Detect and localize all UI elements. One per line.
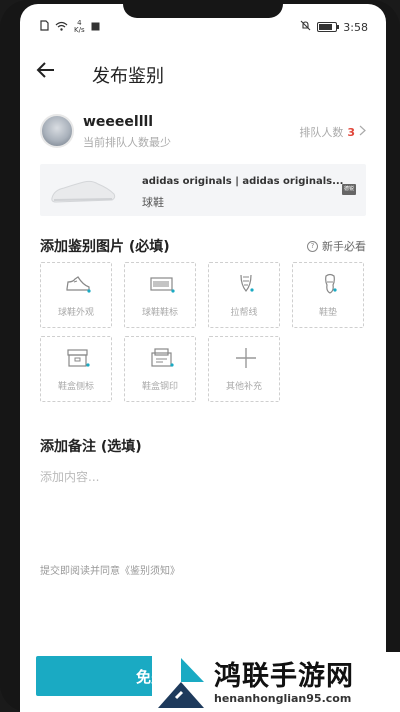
queue-label: 排队人数 — [299, 126, 344, 139]
product-category: 球鞋 — [142, 196, 164, 209]
upload-tile-insole[interactable]: 鞋垫 — [292, 262, 364, 328]
chevron-right-icon — [359, 125, 366, 139]
tile-label: 球鞋外观 — [57, 308, 94, 318]
username: weeeellll — [83, 114, 154, 130]
photos-title: 添加鉴别图片 (必填) — [40, 239, 170, 255]
question-icon: ? — [307, 240, 318, 252]
sneaker-image — [51, 180, 116, 203]
watermark-url: henanhonglian95.com — [214, 692, 352, 705]
remark-title: 添加备注 (选填) — [40, 439, 142, 455]
product-card[interactable]: adidas originals | adidas originals... 球… — [40, 164, 366, 216]
sneaker-icon — [66, 276, 91, 293]
upload-tile-box-stamp[interactable]: 鞋盒钢印 — [124, 336, 196, 402]
user-row: weeeellll 当前排队人数最少 排队人数 3 — [40, 112, 366, 156]
shoebox-side-icon — [67, 349, 90, 367]
shoebox-stamp-icon — [151, 348, 174, 367]
sim-icon — [40, 20, 49, 34]
product-tag: 德锐 — [342, 184, 356, 195]
upload-tile-sneaker[interactable]: 球鞋外观 — [40, 262, 112, 328]
status-bar: 4 K/s 3:58 — [20, 16, 386, 44]
help-label: 新手必看 — [322, 240, 366, 253]
back-arrow-icon[interactable] — [36, 60, 56, 85]
upload-tile-box-side[interactable]: 鞋盒侧标 — [40, 336, 112, 402]
agreement-text[interactable]: 提交即阅读并同意《鉴别须知》 — [40, 562, 180, 577]
watermark-logo — [158, 658, 204, 708]
network-speed-unit: K/s — [74, 26, 85, 34]
upload-tile-other[interactable]: 其他补充 — [208, 336, 280, 402]
app-notification-icon — [91, 21, 100, 34]
tile-label: 鞋垫 — [318, 308, 337, 318]
tile-label: 拉帮线 — [230, 308, 258, 318]
barcode-label-icon — [150, 277, 175, 293]
battery-icon — [317, 22, 340, 32]
tile-label: 球鞋鞋标 — [141, 308, 178, 318]
page-title: 发布鉴别 — [92, 66, 164, 87]
wifi-icon — [55, 21, 68, 34]
upload-tile-label[interactable]: 球鞋鞋标 — [124, 262, 196, 328]
plus-icon — [236, 348, 256, 368]
stitch-line-icon — [240, 274, 254, 292]
avatar — [40, 114, 74, 148]
network-speed: 4 K/s — [74, 20, 85, 34]
watermark-title: 鸿联手游网 — [214, 661, 354, 692]
queue-count: 3 — [347, 125, 355, 139]
insole-icon — [325, 273, 337, 294]
tile-label: 鞋盒侧标 — [57, 382, 94, 392]
battery-level — [319, 24, 333, 30]
nav-bar: 发布鉴别 — [20, 54, 386, 94]
tile-label: 其他补充 — [225, 382, 262, 392]
beginner-guide-link[interactable]: ? 新手必看 — [307, 238, 366, 254]
user-subtitle: 当前排队人数最少 — [83, 136, 171, 149]
app-screen: 4 K/s 3:58 发布鉴别 weeeellll 当前排队人数最少 排队人数 … — [20, 4, 386, 712]
product-brand: adidas originals | adidas originals... — [142, 176, 344, 187]
watermark: 鸿联手游网 henanhonglian95.com — [152, 652, 400, 712]
tile-label: 鞋盒钢印 — [141, 382, 178, 392]
mute-icon — [300, 20, 311, 34]
remark-input[interactable]: 添加内容... — [40, 468, 99, 485]
upload-tile-stitch[interactable]: 拉帮线 — [208, 262, 280, 328]
clock: 3:58 — [343, 20, 368, 34]
queue-info[interactable]: 排队人数 3 — [299, 124, 366, 140]
